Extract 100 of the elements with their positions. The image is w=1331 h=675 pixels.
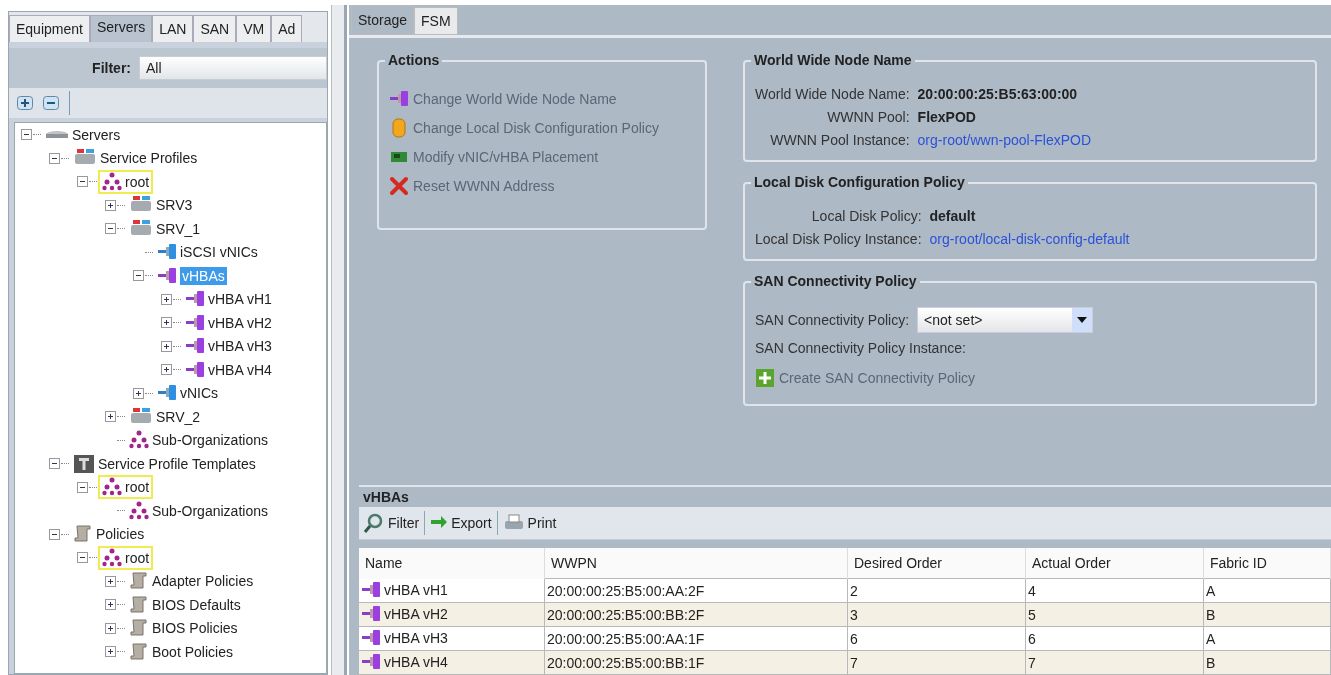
column-header[interactable]: Actual Order (1025, 548, 1204, 579)
tree-item[interactable]: root (98, 169, 154, 194)
nav-tab[interactable]: Equipment (9, 15, 90, 42)
tree-item[interactable]: root (98, 475, 154, 500)
table-cell: B (1203, 602, 1331, 627)
collapse-icon[interactable] (133, 270, 144, 282)
collapse-icon[interactable] (49, 458, 60, 470)
expand-icon[interactable] (161, 293, 172, 305)
collapse-icon[interactable] (77, 552, 88, 564)
group-title: SAN Connectivity Policy (751, 273, 920, 289)
table-cell: A (1203, 578, 1331, 603)
section-title: vHBAs (362, 488, 410, 507)
tree-item[interactable]: vHBA vH3 (182, 335, 275, 358)
field-label: WWNN Pool: (826, 109, 910, 125)
collapse-icon[interactable] (49, 528, 60, 540)
tree-item[interactable]: Service Profile Templates (70, 452, 259, 475)
expand-icon[interactable] (161, 364, 172, 376)
column-header[interactable]: Desired Order (847, 548, 1026, 579)
tree-item[interactable]: Sub-Organizations (126, 499, 271, 522)
add-icon (755, 367, 775, 388)
expand-all-button[interactable] (17, 96, 33, 110)
adapter-icon (361, 628, 381, 648)
tree-item[interactable]: Service Profiles (70, 147, 201, 170)
tree-item[interactable]: SRV_2 (126, 405, 204, 428)
nav-tab[interactable]: LAN (152, 15, 194, 42)
policy-dropdown[interactable]: <not set> (917, 307, 1094, 333)
filter-label: Filter: (91, 60, 131, 76)
table-cell: 2 (847, 578, 1026, 603)
adapter-icon (185, 312, 205, 333)
collapse-all-button[interactable] (43, 96, 59, 110)
organization-icon (102, 477, 122, 498)
tree-item[interactable]: Adapter Policies (126, 570, 257, 593)
table-cell: 20:00:00:25:B5:00:AA:2F (544, 578, 848, 603)
table-cell: 4 (1025, 578, 1204, 603)
column-header[interactable]: Name (359, 548, 545, 579)
column-header[interactable]: Fabric ID (1203, 548, 1331, 579)
collapse-icon[interactable] (21, 129, 32, 141)
export-button[interactable]: Export (428, 513, 494, 533)
nav-tab[interactable]: Servers (89, 15, 153, 42)
content-tab[interactable]: FSM (414, 7, 458, 35)
table-cell: vHBA vH3 (359, 626, 544, 651)
table-cell: vHBA vH4 (359, 650, 544, 675)
collapse-icon[interactable] (77, 176, 88, 188)
print-button[interactable]: Print (500, 513, 559, 533)
expand-icon[interactable] (105, 411, 116, 423)
field-label: Local Disk Policy: (810, 208, 922, 224)
delete-icon (389, 175, 409, 196)
expand-icon[interactable] (105, 646, 116, 658)
adapter-icon (157, 265, 177, 286)
tree-item[interactable]: SRV3 (126, 194, 196, 217)
tree-item[interactable]: iSCSI vNICs (154, 241, 261, 264)
adapter-icon (185, 359, 205, 380)
column-header[interactable]: WWPN (544, 548, 848, 579)
scroll-icon (73, 524, 93, 545)
database-icon (389, 117, 409, 138)
tree-item[interactable]: BIOS Policies (126, 617, 241, 640)
nav-tab[interactable]: SAN (193, 15, 237, 42)
tree-item[interactable]: vNICs (154, 382, 222, 405)
scroll-icon (129, 571, 149, 592)
field-value: default (929, 208, 977, 224)
field-label: SAN Connectivity Policy Instance: (755, 340, 967, 356)
expand-icon[interactable] (105, 622, 116, 634)
tree-item[interactable]: Sub-Organizations (126, 429, 271, 452)
filter-field[interactable]: All (139, 56, 327, 80)
field-label: Local Disk Policy Instance: (755, 231, 922, 247)
table-cell: 5 (1025, 602, 1204, 627)
table-cell: A (1203, 626, 1331, 651)
expand-icon[interactable] (161, 340, 172, 352)
collapse-icon[interactable] (105, 223, 116, 235)
expand-icon[interactable] (161, 317, 172, 329)
tree-item[interactable]: Servers (42, 123, 124, 146)
group-title: World Wide Node Name (751, 52, 915, 68)
collapse-icon[interactable] (49, 152, 60, 164)
table-cell: 6 (1025, 626, 1204, 651)
tree-item[interactable]: vHBA vH4 (182, 358, 275, 381)
expand-icon[interactable] (105, 599, 116, 611)
group-title: Actions (385, 52, 443, 68)
nav-tab[interactable]: Ad (271, 15, 303, 42)
tree-item[interactable]: vHBA vH1 (182, 288, 275, 311)
nav-tab[interactable]: VM (236, 15, 272, 42)
tree-item[interactable]: SRV_1 (126, 217, 204, 240)
tree-item[interactable]: Boot Policies (126, 640, 236, 663)
table-cell: 6 (847, 626, 1026, 651)
content-tab[interactable]: Storage (351, 5, 415, 35)
expand-icon[interactable] (105, 575, 116, 587)
scroll-icon (129, 641, 149, 662)
organization-icon (102, 547, 122, 568)
tree-item[interactable]: vHBA vH2 (182, 311, 275, 334)
expand-icon[interactable] (133, 387, 144, 399)
collapse-icon[interactable] (77, 481, 88, 493)
organization-icon (129, 430, 149, 451)
tree-item[interactable]: BIOS Defaults (126, 593, 244, 616)
adapter-icon (389, 88, 409, 109)
magnifier-icon (363, 513, 385, 533)
field-value: FlexPOD (917, 109, 977, 125)
filter-button[interactable]: Filter (361, 513, 422, 533)
table-cell: vHBA vH1 (359, 578, 544, 603)
tree-item[interactable]: root (98, 545, 154, 570)
tree-item[interactable]: Policies (70, 523, 148, 546)
expand-icon[interactable] (105, 199, 116, 211)
